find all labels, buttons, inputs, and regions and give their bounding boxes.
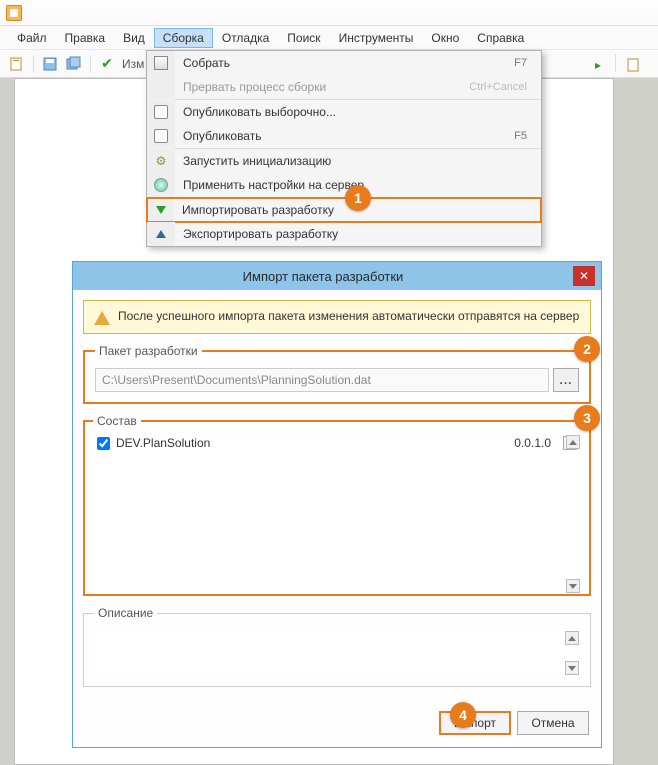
menu-window[interactable]: Окно <box>422 28 468 48</box>
menu-view[interactable]: Вид <box>114 28 154 48</box>
menu-item-apply-settings[interactable]: Применить настройки на сервер <box>147 173 541 197</box>
toolbar-save-icon[interactable] <box>39 53 61 75</box>
publish-selective-icon <box>154 105 168 119</box>
build-icon <box>154 56 168 70</box>
menu-debug[interactable]: Отладка <box>213 28 278 48</box>
composition-scrollbar[interactable] <box>565 434 581 594</box>
notice-text: После успешного импорта пакета изменения… <box>118 309 579 323</box>
dialog-titlebar: Импорт пакета разработки ✕ <box>73 262 601 290</box>
package-legend: Пакет разработки <box>95 344 202 358</box>
menu-build[interactable]: Сборка <box>154 28 213 48</box>
composition-version: 0.0.1.0 <box>514 436 551 450</box>
description-box[interactable] <box>94 630 580 676</box>
menu-item-publish-selective[interactable]: Опубликовать выборочно... <box>147 100 541 124</box>
import-dialog: Импорт пакета разработки ✕ После успешно… <box>72 261 602 748</box>
callout-badge-3: 3 <box>574 405 600 431</box>
menubar: Файл Правка Вид Сборка Отладка Поиск Инс… <box>0 26 658 50</box>
dialog-title: Импорт пакета разработки <box>73 269 573 284</box>
menu-search[interactable]: Поиск <box>278 28 329 48</box>
toolbar-saveall-icon[interactable] <box>63 53 85 75</box>
composition-legend: Состав <box>93 414 141 428</box>
package-path-input[interactable]: C:\Users\Present\Documents\PlanningSolut… <box>95 368 549 392</box>
menu-item-abort: Прервать процесс сборки Ctrl+Cancel <box>147 75 541 99</box>
menu-file[interactable]: Файл <box>8 28 56 48</box>
menu-edit[interactable]: Правка <box>56 28 115 48</box>
notice-banner: После успешного импорта пакета изменения… <box>83 300 591 334</box>
app-icon <box>6 5 22 21</box>
callout-badge-4: 4 <box>450 702 476 728</box>
description-scrollbar[interactable] <box>564 630 580 676</box>
browse-button[interactable]: ... <box>553 368 579 392</box>
description-fieldset: Описание <box>83 606 591 687</box>
toolbar-change-label: Изм <box>122 57 144 71</box>
menu-item-publish[interactable]: Опубликовать F5 <box>147 124 541 148</box>
callout-badge-1: 1 <box>345 185 371 211</box>
composition-name: DEV.PlanSolution <box>116 436 508 450</box>
arrow-up-icon <box>156 230 166 238</box>
composition-checkbox[interactable] <box>97 437 110 450</box>
dialog-close-button[interactable]: ✕ <box>573 266 595 286</box>
arrow-down-icon <box>156 206 166 214</box>
composition-row[interactable]: DEV.PlanSolution 0.0.1.0 <box>93 434 581 452</box>
toolbar-new-icon[interactable] <box>6 53 28 75</box>
package-fieldset: Пакет разработки C:\Users\Present\Docume… <box>83 344 591 404</box>
build-dropdown: Собрать F7 Прервать процесс сборки Ctrl+… <box>146 50 542 247</box>
menu-item-import-dev[interactable]: Импортировать разработку <box>146 197 542 223</box>
composition-list: DEV.PlanSolution 0.0.1.0 <box>93 434 581 594</box>
menu-tools[interactable]: Инструменты <box>330 28 423 48</box>
scroll-down-icon[interactable] <box>565 661 579 675</box>
description-legend: Описание <box>94 606 157 620</box>
scroll-up-icon[interactable] <box>565 631 579 645</box>
gear-icon: ⚙ <box>156 154 167 168</box>
scroll-up-icon[interactable] <box>566 435 580 449</box>
scroll-down-icon[interactable] <box>566 579 580 593</box>
warning-icon <box>94 311 110 325</box>
menu-item-build[interactable]: Собрать F7 <box>147 51 541 75</box>
titlebar <box>0 0 658 26</box>
menu-item-run-init[interactable]: ⚙ Запустить инициализацию <box>147 149 541 173</box>
menu-item-export-dev[interactable]: Экспортировать разработку <box>147 222 541 246</box>
toolbar-check-icon[interactable]: ✔ <box>96 53 118 75</box>
menu-help[interactable]: Справка <box>468 28 533 48</box>
composition-fieldset: Состав DEV.PlanSolution 0.0.1.0 <box>83 414 591 596</box>
toolbar-play-icon[interactable]: ▸ <box>587 54 609 76</box>
cancel-button[interactable]: Отмена <box>517 711 589 735</box>
toolbar-doc-icon[interactable] <box>622 54 644 76</box>
publish-icon <box>154 129 168 143</box>
globe-icon <box>154 178 168 192</box>
callout-badge-2: 2 <box>574 336 600 362</box>
